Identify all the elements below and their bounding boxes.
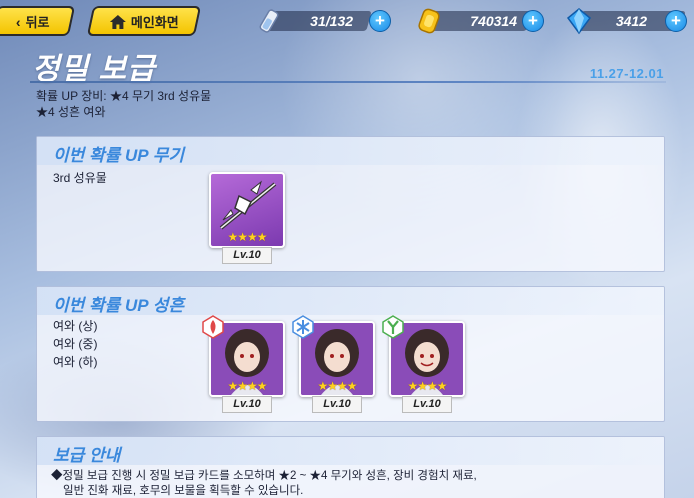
nature-badge-icon — [382, 315, 404, 339]
stigmata-panel-title: 이번 확률 UP 성흔 — [53, 296, 184, 315]
stamina-value: 31/132 — [310, 13, 353, 29]
stigmata-bottom-stars: ★★★★ — [407, 379, 447, 393]
back-button-label: 뒤로 — [25, 14, 50, 30]
stigmata-top-stars: ★★★★ — [227, 379, 267, 393]
top-bar: ‹ 뒤로 메인화면 31/132 + 740314 + 3412 + — [0, 0, 694, 44]
stigmata-top-level: Lv.10 — [222, 396, 272, 413]
stigmata-item-bottom: 여와 (하) — [53, 355, 98, 369]
weapon-name: 3rd 성유물 — [53, 171, 107, 185]
back-button[interactable]: ‹ 뒤로 — [0, 6, 76, 36]
info-panel-title: 보급 안내 — [53, 446, 121, 465]
add-stamina-button[interactable]: + — [369, 10, 391, 32]
ice-badge-icon — [292, 315, 314, 339]
weapon-panel: 이번 확률 UP 무기 3rd 성유물 ★★★★ Lv.10 — [36, 136, 665, 272]
weapon-icon — [219, 180, 277, 230]
crystal-counter: 3412 + — [565, 8, 694, 35]
chevron-left-icon: ‹ — [16, 13, 21, 29]
weapon-level: Lv.10 — [222, 247, 272, 264]
stigmata-bottom-level: Lv.10 — [402, 396, 452, 413]
home-button-label: 메인화면 — [130, 14, 179, 30]
title-divider — [30, 81, 666, 83]
stigmata-item-top: 여와 (상) — [53, 319, 98, 333]
weapon-stars: ★★★★ — [227, 230, 267, 244]
add-crystals-button[interactable]: + — [665, 10, 687, 32]
stigmata-list: 여와 (상) 여와 (중) 여와 (하) — [53, 317, 97, 371]
weapon-card[interactable]: ★★★★ — [209, 172, 285, 248]
stamina-counter: 31/132 + — [255, 9, 395, 33]
summary-line-2: ★4 성흔 여와 — [36, 105, 106, 119]
home-button[interactable]: 메인화면 — [86, 6, 202, 36]
weapon-panel-title: 이번 확률 UP 무기 — [53, 146, 184, 165]
add-coins-button[interactable]: + — [522, 10, 544, 32]
crystal-value: 3412 — [615, 13, 647, 29]
rate-up-summary: 확률 UP 장비: ★4 무기 3rd 성유물 ★4 성흔 여와 — [36, 88, 211, 120]
home-icon — [109, 14, 126, 28]
info-line-2: 일반 진화 재료, 호무의 보물을 획득할 수 있습니다. — [63, 485, 304, 497]
summary-line-1: 확률 UP 장비: ★4 무기 3rd 성유물 — [36, 89, 212, 103]
coin-counter: 740314 + — [415, 8, 555, 34]
stigmata-mid-level: Lv.10 — [312, 396, 362, 413]
date-range: 11.27-12.01 — [589, 66, 664, 81]
fire-badge-icon — [202, 315, 224, 339]
stigmata-item-mid: 여와 (중) — [53, 337, 98, 351]
stigmata-panel: 이번 확률 UP 성흔 여와 (상) 여와 (중) 여와 (하) ★★★★ Lv… — [36, 286, 665, 422]
coin-value: 740314 — [470, 13, 517, 29]
info-panel: 보급 안내 ◆정밀 보급 진행 시 정밀 보급 카드를 소모하며 ★2 ~ ★4… — [36, 436, 665, 498]
stigmata-mid-stars: ★★★★ — [317, 379, 357, 393]
